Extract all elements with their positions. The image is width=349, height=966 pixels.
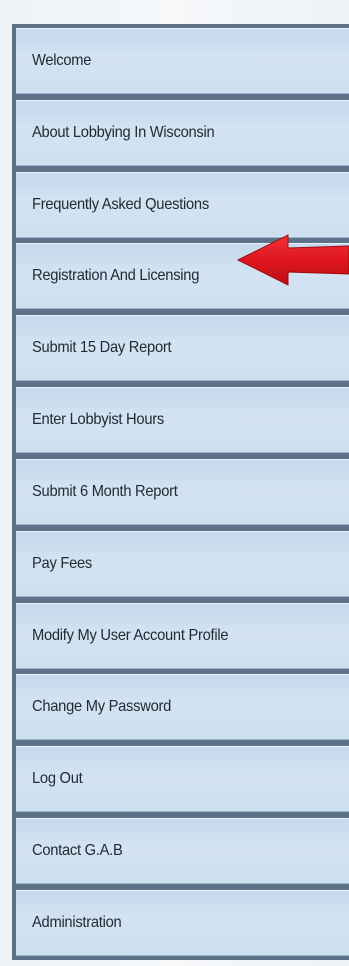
menu-item-label: Administration — [32, 913, 122, 931]
menu-item-label: Pay Fees — [32, 554, 92, 572]
menu-item-label: Contact G.A.B — [32, 842, 123, 860]
menu-item-label: Log Out — [32, 770, 83, 788]
menu-item-faq[interactable]: Frequently Asked Questions — [16, 171, 349, 238]
menu-item-label: Submit 15 Day Report — [32, 339, 172, 357]
menu-item-registration-licensing[interactable]: Registration And Licensing — [16, 243, 349, 310]
menu-item-label: Welcome — [32, 52, 92, 69]
menu-item-enter-lobbyist-hours[interactable]: Enter Lobbyist Hours — [16, 387, 349, 454]
menu-item-label: About Lobbying In Wisconsin — [32, 123, 215, 141]
menu-item-submit-6-month-report[interactable]: Submit 6 Month Report — [16, 458, 349, 525]
menu-item-label: Registration And Licensing — [32, 267, 200, 285]
menu-item-label: Enter Lobbyist Hours — [32, 411, 164, 429]
menu-item-change-password[interactable]: Change My Password — [16, 674, 349, 741]
menu-item-label: Change My Password — [32, 698, 172, 716]
menu-item-administration[interactable]: Administration — [16, 889, 349, 956]
menu-item-modify-profile[interactable]: Modify My User Account Profile — [16, 602, 349, 669]
menu-item-label: Frequently Asked Questions — [32, 195, 209, 213]
menu-item-label: Submit 6 Month Report — [32, 482, 178, 500]
menu-item-contact-gab[interactable]: Contact G.A.B — [16, 818, 349, 885]
menu-item-welcome[interactable]: Welcome — [16, 28, 349, 94]
menu-item-about-lobbying[interactable]: About Lobbying In Wisconsin — [16, 99, 349, 166]
navigation-menu: Welcome About Lobbying In Wisconsin Freq… — [12, 24, 349, 960]
page-background: Welcome About Lobbying In Wisconsin Freq… — [0, 0, 349, 966]
menu-item-submit-15-day-report[interactable]: Submit 15 Day Report — [16, 315, 349, 382]
menu-item-label: Modify My User Account Profile — [32, 626, 229, 644]
menu-item-log-out[interactable]: Log Out — [16, 746, 349, 813]
menu-item-pay-fees[interactable]: Pay Fees — [16, 530, 349, 597]
